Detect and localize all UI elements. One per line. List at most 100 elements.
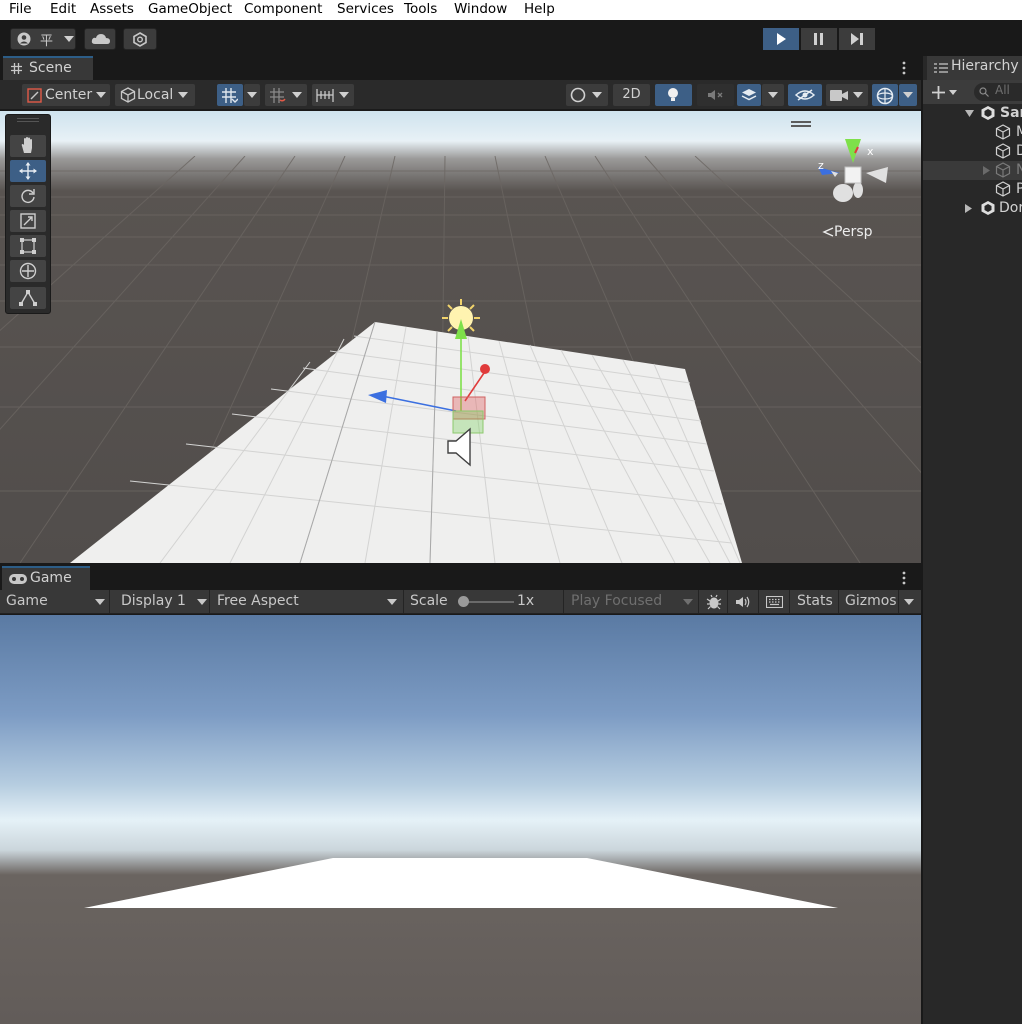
chevron-down-icon	[592, 92, 602, 98]
collapse-arrow-icon[interactable]	[965, 204, 972, 213]
tab-game[interactable]: Game	[2, 566, 90, 590]
pivot-dropdown[interactable]: Center	[22, 84, 110, 106]
hierarchy-item-scene[interactable]: Sar	[923, 104, 1022, 123]
pause-icon	[814, 33, 823, 45]
shading-mode-dropdown[interactable]	[566, 84, 608, 106]
scene-toolbar: Center Local 2D	[0, 80, 921, 110]
space-dropdown[interactable]: Local	[115, 84, 195, 106]
play-focused-dropdown[interactable]: Play Focused	[565, 590, 699, 613]
hierarchy-item-label: N	[1016, 162, 1022, 178]
game-ground-plane	[84, 858, 838, 908]
chevron-down-icon	[339, 92, 349, 98]
grid-snap-button[interactable]	[217, 84, 243, 106]
debug-button[interactable]	[700, 590, 728, 613]
menu-help[interactable]: Help	[524, 1, 555, 17]
scale-slider-thumb[interactable]	[458, 596, 469, 607]
hierarchy-item-selected[interactable]: N	[923, 161, 1022, 180]
game-tab-bar: Game	[0, 566, 921, 590]
speaker-icon	[736, 596, 750, 608]
lightbulb-icon	[668, 88, 678, 101]
menu-tools[interactable]: Tools	[404, 1, 437, 17]
custom-tool-icon	[19, 290, 37, 306]
stats-button[interactable]: Stats	[791, 590, 839, 613]
gameobject-cube-icon	[995, 181, 1011, 197]
account-dropdown[interactable]: 平	[10, 28, 76, 50]
menu-bar: File Edit Assets GameObject Component Se…	[0, 0, 1022, 20]
custom-tool-button[interactable]	[10, 287, 46, 309]
projection-toggle[interactable]: Persp	[822, 224, 873, 240]
effects-dropdown[interactable]	[762, 84, 784, 106]
increment-snap-icon	[270, 88, 286, 103]
increment-snap-button[interactable]	[265, 84, 307, 106]
chevron-down-icon	[96, 92, 106, 98]
display-dropdown[interactable]: Display 1	[115, 590, 210, 613]
play-button[interactable]	[763, 28, 799, 50]
gamepad-icon	[9, 574, 27, 584]
hierarchy-item[interactable]: M	[923, 123, 1022, 142]
hierarchy-item-label: M	[1016, 123, 1022, 142]
tab-scene-label: Scene	[29, 60, 72, 76]
menu-gameobject[interactable]: GameObject	[148, 1, 232, 17]
gizmos-menu-dropdown[interactable]	[899, 590, 921, 613]
menu-file[interactable]: File	[9, 1, 32, 17]
lighting-toggle-button[interactable]	[655, 84, 692, 106]
chevron-down-icon	[683, 599, 693, 605]
scale-slider[interactable]: Scale 1x	[404, 590, 564, 613]
toggle-2d-button[interactable]: 2D	[613, 84, 650, 106]
mute-audio-button[interactable]	[729, 590, 759, 613]
more-options-icon[interactable]	[901, 571, 907, 585]
audio-toggle-button[interactable]	[697, 84, 734, 106]
game-view[interactable]	[0, 615, 921, 1024]
cloud-button[interactable]	[84, 28, 116, 50]
game-mode-dropdown[interactable]: Game	[0, 590, 110, 613]
gizmo-z-label: z	[818, 159, 824, 172]
gizmos-button[interactable]	[872, 84, 898, 106]
menu-assets[interactable]: Assets	[90, 1, 134, 17]
tab-scene[interactable]: Scene	[3, 56, 93, 80]
tab-hierarchy-label: Hierarchy	[951, 58, 1019, 74]
hierarchy-search[interactable]: All	[974, 83, 1022, 101]
aspect-label: Free Aspect	[217, 593, 299, 609]
scale-tool-button[interactable]	[10, 210, 46, 232]
main-toolbar: 平	[0, 20, 1022, 56]
scale-value: 1x	[517, 593, 535, 609]
create-button[interactable]	[929, 82, 963, 102]
collab-button[interactable]	[123, 28, 157, 50]
scene-view[interactable]: x z Persp	[0, 111, 921, 563]
gizmos-toggle-button[interactable]: Gizmos	[839, 590, 899, 613]
transform-tool-button[interactable]	[10, 260, 46, 282]
hierarchy-item[interactable]: P	[923, 180, 1022, 199]
hierarchy-item-dontdestroy[interactable]: Dor	[923, 199, 1022, 218]
shortcuts-button[interactable]	[760, 590, 790, 613]
menu-component[interactable]: Component	[244, 1, 322, 17]
gizmos-dropdown[interactable]	[899, 84, 917, 106]
hand-tool-button[interactable]	[10, 135, 46, 157]
gameobject-cube-icon	[995, 143, 1011, 159]
bug-icon	[706, 594, 722, 610]
scale-slider-track[interactable]	[462, 601, 514, 603]
rotate-tool-button[interactable]	[10, 185, 46, 207]
pause-button[interactable]	[801, 28, 837, 50]
ground-plane	[70, 321, 742, 563]
expand-arrow-icon[interactable]	[965, 110, 974, 117]
palette-handle[interactable]	[17, 118, 39, 119]
effects-toggle-button[interactable]	[737, 84, 761, 106]
move-tool-button[interactable]	[10, 160, 46, 182]
rect-tool-button[interactable]	[10, 235, 46, 257]
step-button[interactable]	[839, 28, 875, 50]
grid-snap-dropdown[interactable]	[244, 84, 260, 106]
ruler-dropdown[interactable]	[312, 84, 354, 106]
aspect-dropdown[interactable]: Free Aspect	[211, 590, 404, 613]
ruler-icon	[316, 89, 334, 102]
chevron-down-icon	[387, 599, 397, 605]
camera-dropdown[interactable]	[826, 84, 868, 106]
pivot-label: Center	[45, 87, 93, 103]
collapse-arrow-icon[interactable]	[983, 166, 990, 175]
more-options-icon[interactable]	[901, 61, 907, 75]
menu-services[interactable]: Services	[337, 1, 394, 17]
menu-edit[interactable]: Edit	[50, 1, 76, 17]
menu-window[interactable]: Window	[454, 1, 507, 17]
scene-visibility-button[interactable]	[788, 84, 822, 106]
hierarchy-item[interactable]: D	[923, 142, 1022, 161]
tab-hierarchy[interactable]: Hierarchy	[927, 56, 1022, 80]
